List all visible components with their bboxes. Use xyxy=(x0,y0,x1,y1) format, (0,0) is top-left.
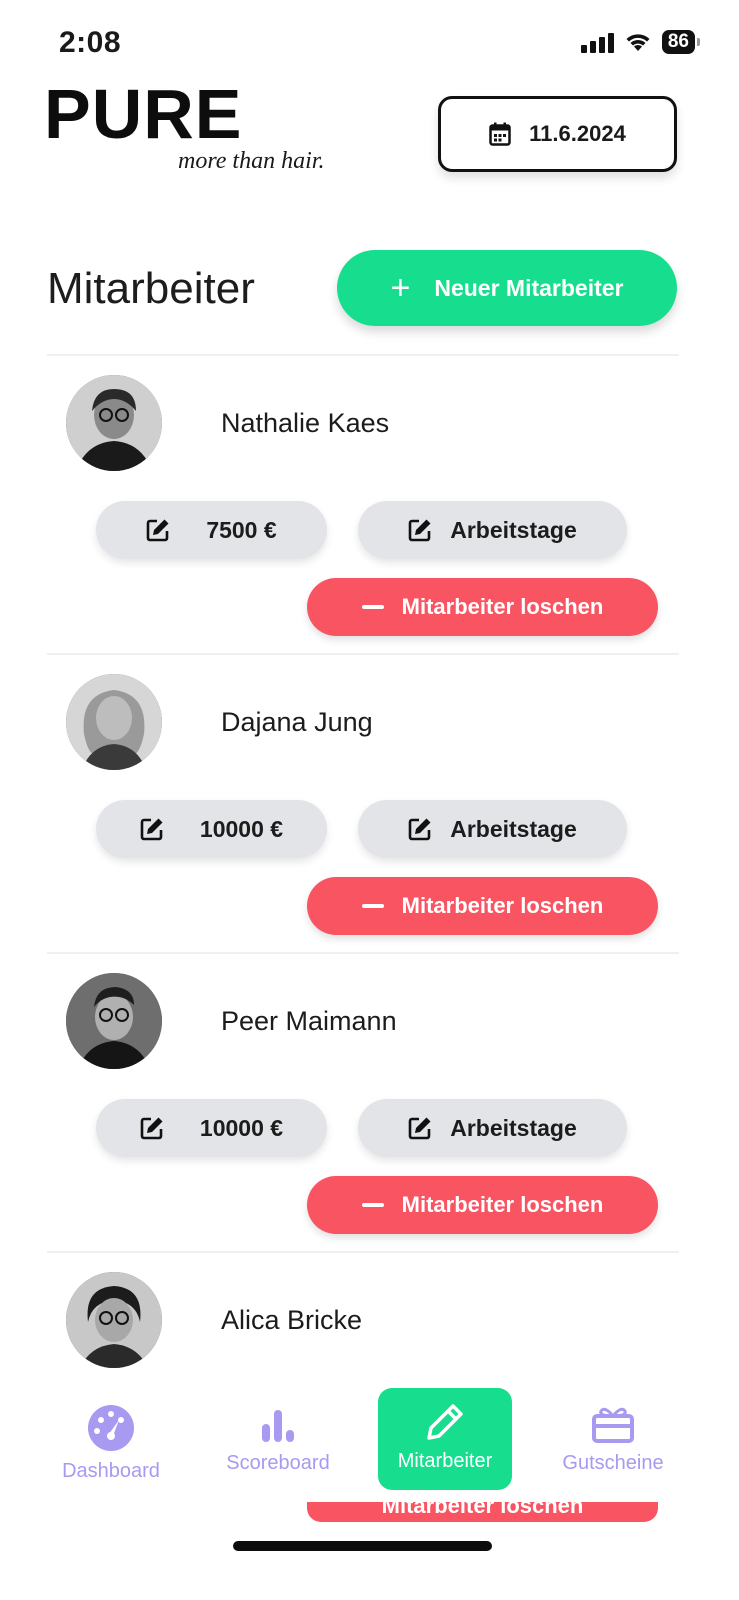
avatar xyxy=(66,375,162,471)
status-icons: 86 xyxy=(580,30,701,54)
logo-tagline: more than hair. xyxy=(178,148,325,174)
logo-wordmark: PURE xyxy=(44,75,243,153)
edit-icon xyxy=(408,1117,431,1140)
nav-mitarbeiter[interactable]: Mitarbeiter xyxy=(378,1388,512,1490)
date-label: 11.6.2024 xyxy=(529,121,626,146)
nav-mitarbeiter-label: Mitarbeiter xyxy=(397,1450,493,1472)
wifi-icon xyxy=(626,34,650,51)
employee-name: Alica Bricke xyxy=(221,1305,363,1335)
delete-employee-label: Mitarbeiter loschen xyxy=(381,1502,584,1518)
employee-name: Nathalie Kaes xyxy=(221,408,390,438)
add-employee-button[interactable]: + Neuer Mitarbeiter xyxy=(337,250,677,326)
edit-icon xyxy=(408,519,431,542)
nav-gutscheine-label: Gutscheine xyxy=(562,1452,664,1474)
battery-icon: 86 xyxy=(661,30,701,54)
avatar xyxy=(66,674,162,770)
nav-scoreboard-label: Scoreboard xyxy=(226,1452,330,1474)
workdays-label: Arbeitstage xyxy=(450,1114,577,1141)
delete-employee-button[interactable]: Mitarbeiter loschen xyxy=(307,1176,658,1234)
nav-gutscheine[interactable]: Gutscheine xyxy=(538,1386,688,1496)
gift-icon xyxy=(592,1407,634,1443)
edit-workdays-button[interactable]: Arbeitstage xyxy=(358,501,627,559)
pencil-icon xyxy=(427,1404,463,1440)
edit-salary-button[interactable]: 10000 € xyxy=(96,1099,327,1157)
plus-icon: + xyxy=(390,269,411,307)
edit-workdays-button[interactable]: Arbeitstage xyxy=(358,800,627,858)
signal-icon xyxy=(580,31,614,53)
edit-icon xyxy=(140,1117,163,1140)
avatar xyxy=(66,973,162,1069)
workdays-label: Arbeitstage xyxy=(450,815,577,842)
avatar xyxy=(66,1272,162,1368)
nav-dashboard-label: Dashboard xyxy=(62,1460,160,1482)
delete-employee-button[interactable]: Mitarbeiter loschen xyxy=(307,1502,658,1522)
edit-salary-button[interactable]: 7500 € xyxy=(96,501,327,559)
delete-employee-label: Mitarbeiter loschen xyxy=(401,594,604,619)
page-title: Mitarbeiter xyxy=(47,264,255,313)
employee-name: Peer Maimann xyxy=(221,1006,397,1036)
status-time: 2:08 xyxy=(59,26,122,59)
edit-salary-button[interactable]: 10000 € xyxy=(96,800,327,858)
calendar-icon xyxy=(489,122,511,146)
employee-card: Nathalie Kaes 7500 € Arbeitstage Mitarbe… xyxy=(47,354,679,653)
minus-icon xyxy=(361,1203,384,1207)
minus-icon xyxy=(361,605,384,609)
edit-icon xyxy=(408,818,431,841)
bar-chart-icon xyxy=(262,1410,294,1442)
home-indicator xyxy=(233,1541,492,1551)
employee-card: Dajana Jung 10000 € Arbeitstage Mitarbei… xyxy=(47,653,679,952)
salary-value: 10000 € xyxy=(199,1114,284,1141)
dashboard-icon xyxy=(88,1405,134,1451)
delete-employee-button[interactable]: Mitarbeiter loschen xyxy=(307,578,658,636)
employee-name: Dajana Jung xyxy=(221,707,373,737)
employee-card: Peer Maimann 10000 € Arbeitstage Mitarbe… xyxy=(47,952,679,1251)
delete-employee-button[interactable]: Mitarbeiter loschen xyxy=(307,877,658,935)
employee-card: Alica Bricke xyxy=(47,1251,679,1381)
salary-value: 7500 € xyxy=(206,516,277,543)
workdays-label: Arbeitstage xyxy=(450,516,577,543)
nav-scoreboard[interactable]: Scoreboard xyxy=(203,1386,353,1496)
edit-workdays-button[interactable]: Arbeitstage xyxy=(358,1099,627,1157)
minus-icon xyxy=(361,904,384,908)
add-employee-label: Neuer Mitarbeiter xyxy=(434,274,624,301)
salary-value: 10000 € xyxy=(199,815,284,842)
nav-dashboard[interactable]: Dashboard xyxy=(36,1386,186,1496)
edit-icon xyxy=(140,818,163,841)
delete-employee-label: Mitarbeiter loschen xyxy=(401,893,604,918)
brand-logo: PURE more than hair. xyxy=(44,75,325,175)
bottom-nav: Dashboard Scoreboard Mitarbeiter Gutsche… xyxy=(0,1380,739,1500)
date-picker-button[interactable]: 11.6.2024 xyxy=(438,96,677,172)
delete-employee-label: Mitarbeiter loschen xyxy=(401,1192,604,1217)
edit-icon xyxy=(147,519,169,542)
